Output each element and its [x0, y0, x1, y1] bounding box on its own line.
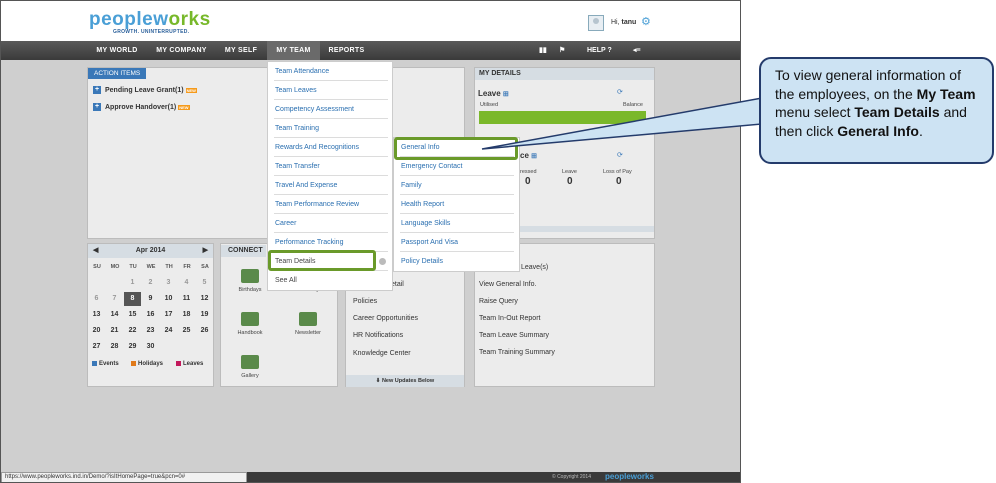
callout-pointer-shape — [481, 97, 763, 150]
instruction-callout: To view general information of the emplo… — [759, 57, 994, 164]
callout-bold-1: My Team — [916, 85, 976, 102]
callout-text-2: menu select — [775, 104, 855, 120]
callout-text-4: . — [918, 122, 923, 139]
callout-bold-3: General Info — [837, 122, 919, 139]
callout-bold-2: Team Details — [854, 104, 940, 120]
